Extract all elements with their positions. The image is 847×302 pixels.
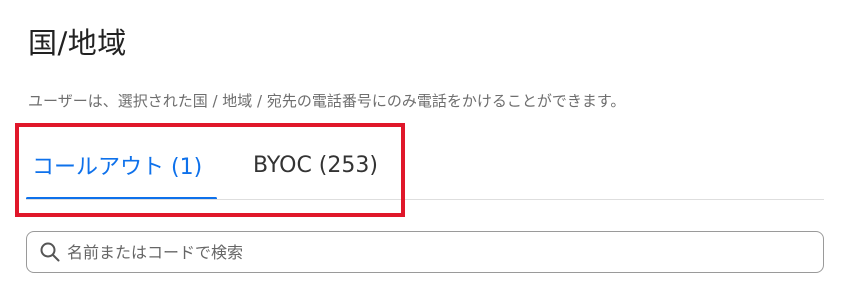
search-field[interactable] xyxy=(26,231,824,273)
country-region-settings: 国/地域 ユーザーは、選択された国 / 地域 / 宛先の電話番号にのみ電話をかけ… xyxy=(0,0,847,302)
tab-byoc[interactable]: BYOC (253) xyxy=(253,130,378,200)
page-title: 国/地域 xyxy=(28,26,127,60)
tab-bar: コールアウト (1) BYOC (253) xyxy=(26,130,378,200)
search-input[interactable] xyxy=(67,242,767,262)
tab-byoc-label: BYOC (253) xyxy=(253,152,378,178)
tab-callout[interactable]: コールアウト (1) xyxy=(26,130,217,200)
tab-callout-label: コールアウト (1) xyxy=(32,155,203,180)
page-description: ユーザーは、選択された国 / 地域 / 宛先の電話番号にのみ電話をかけることがで… xyxy=(28,92,626,110)
tabs-divider xyxy=(26,199,824,200)
search-icon xyxy=(39,241,61,263)
